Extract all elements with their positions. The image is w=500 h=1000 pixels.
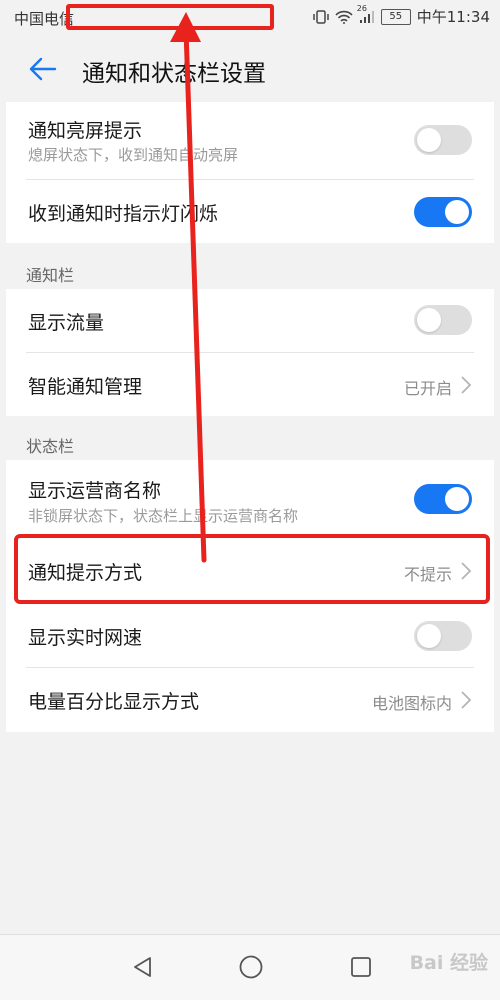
setting-label: 智能通知管理 (28, 376, 143, 398)
circle-home-icon (239, 955, 263, 979)
setting-label: 显示运营商名称 (28, 480, 162, 502)
setting-label: 通知亮屏提示 (28, 120, 143, 142)
setting-screen-on[interactable]: 通知亮屏提示 熄屏状态下，收到通知自动亮屏 (6, 102, 494, 179)
watermark: Bai 经验 (410, 948, 488, 975)
chevron-right-icon (461, 691, 472, 709)
network-type-label: 26 (356, 3, 367, 13)
settings-group-top: 通知亮屏提示 熄屏状态下，收到通知自动亮屏 收到通知时指示灯闪烁 (6, 102, 494, 243)
setting-label: 显示流量 (28, 312, 105, 334)
setting-value: 已开启 (403, 379, 452, 398)
setting-value: 电池图标内 (371, 694, 452, 713)
annotation-highlight-notify-style (14, 534, 490, 604)
vibrate-icon (313, 9, 329, 25)
triangle-back-icon (134, 957, 151, 977)
carrier-name: 中国电信 (14, 10, 75, 28)
nav-recents-button[interactable] (343, 949, 379, 985)
realtime-speed-toggle[interactable] (414, 621, 472, 651)
setting-show-traffic[interactable]: 显示流量 (6, 289, 494, 352)
section-title-notification-bar: 通知栏 (26, 266, 75, 285)
setting-carrier-name[interactable]: 显示运营商名称 非锁屏状态下，状态栏上显示运营商名称 (6, 460, 494, 537)
clock: 中午11:34 (416, 8, 490, 26)
back-button[interactable] (28, 54, 58, 84)
section-title-status-bar: 状态栏 (26, 437, 75, 456)
setting-description: 熄屏状态下，收到通知自动亮屏 (28, 146, 239, 164)
nav-home-button[interactable] (233, 949, 269, 985)
setting-label: 电量百分比显示方式 (28, 691, 200, 713)
back-arrow-icon (29, 57, 57, 81)
page-header: 通知和状态栏设置 (0, 40, 500, 100)
settings-group-notification-bar: 显示流量 智能通知管理 已开启 (6, 289, 494, 416)
annotation-highlight-carrier (66, 4, 274, 30)
watermark-text: Bai 经验 (409, 952, 488, 974)
carrier-name-toggle[interactable] (414, 484, 472, 514)
page-title: 通知和状态栏设置 (82, 61, 266, 87)
show-traffic-toggle[interactable] (414, 305, 472, 335)
setting-realtime-speed[interactable]: 显示实时网速 (6, 604, 494, 667)
setting-label: 收到通知时指示灯闪烁 (28, 203, 219, 225)
status-icons: 26 55 中午11:34 (313, 4, 490, 27)
square-recents-icon (351, 957, 371, 977)
setting-led-blink[interactable]: 收到通知时指示灯闪烁 (6, 180, 494, 243)
setting-battery-percent[interactable]: 电量百分比显示方式 电池图标内 (6, 668, 494, 731)
setting-description: 非锁屏状态下，状态栏上显示运营商名称 (28, 507, 299, 525)
wifi-icon (335, 10, 353, 24)
battery-icon: 55 (380, 8, 411, 25)
chevron-right-icon (461, 376, 472, 394)
setting-smart-management[interactable]: 智能通知管理 已开启 (6, 353, 494, 416)
setting-label: 显示实时网速 (28, 627, 143, 649)
signal-icon: 26 (357, 4, 375, 24)
nav-back-button[interactable] (124, 949, 160, 985)
led-blink-toggle[interactable] (414, 197, 472, 227)
screen-on-toggle[interactable] (414, 125, 472, 155)
